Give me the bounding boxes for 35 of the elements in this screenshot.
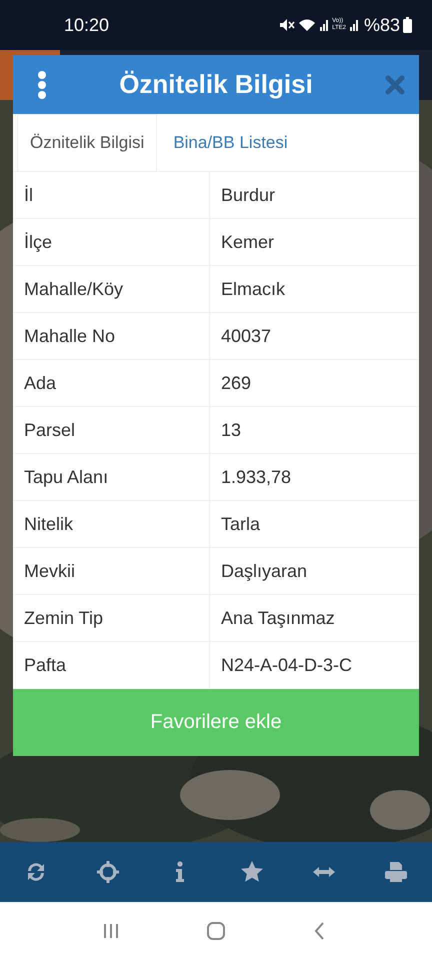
table-cell-text: Tarla	[220, 512, 262, 536]
table-cell-text: 40037	[220, 324, 272, 348]
table-cell: Nitelik	[13, 501, 210, 547]
signal-icon	[319, 18, 330, 32]
table-cell: Tapu Alanı	[13, 454, 210, 500]
table-cell: Mahalle/Köy	[13, 266, 210, 312]
dialog-title: Öznitelik Bilgisi	[119, 69, 313, 100]
star-icon[interactable]	[240, 860, 264, 884]
table-cell-text: Burdur	[220, 184, 276, 206]
table-cell-text: Elmacık	[220, 278, 286, 300]
table-cell: İlçe	[13, 219, 210, 265]
table-cell: Ada	[13, 360, 210, 406]
mute-icon	[279, 18, 296, 32]
crosshair-icon[interactable]	[96, 860, 120, 884]
table-cell: Zemin Tip	[13, 595, 210, 641]
printer-icon[interactable]	[384, 860, 408, 884]
home-icon[interactable]	[206, 921, 226, 941]
wifi-icon	[298, 18, 316, 32]
table-cell: Mahalle No	[13, 313, 210, 359]
table-cell-text: 269	[220, 372, 252, 394]
clock: 10:20	[64, 14, 110, 36]
battery-icon	[403, 17, 412, 33]
table-cell-text: 1.933,78	[220, 466, 292, 488]
table-cell-text: Daşlıyaran	[220, 560, 308, 583]
menu-icon[interactable]	[37, 70, 47, 98]
tab[interactable]: Öznitelik Bilgisi	[17, 114, 158, 171]
signal-icon	[348, 18, 359, 32]
table-cell: Parsel	[13, 407, 210, 453]
table-cell-text: Kemer	[220, 230, 276, 254]
table-cell: İl	[13, 172, 210, 218]
battery-percent: %83	[364, 14, 400, 36]
table-cell-text: N24-A-04-D-3-C	[220, 654, 354, 677]
table-cell-text: Ana Taşınmaz	[220, 606, 336, 630]
table-cell: Mevkii	[13, 548, 210, 594]
table-cell-text: 13	[220, 418, 242, 442]
